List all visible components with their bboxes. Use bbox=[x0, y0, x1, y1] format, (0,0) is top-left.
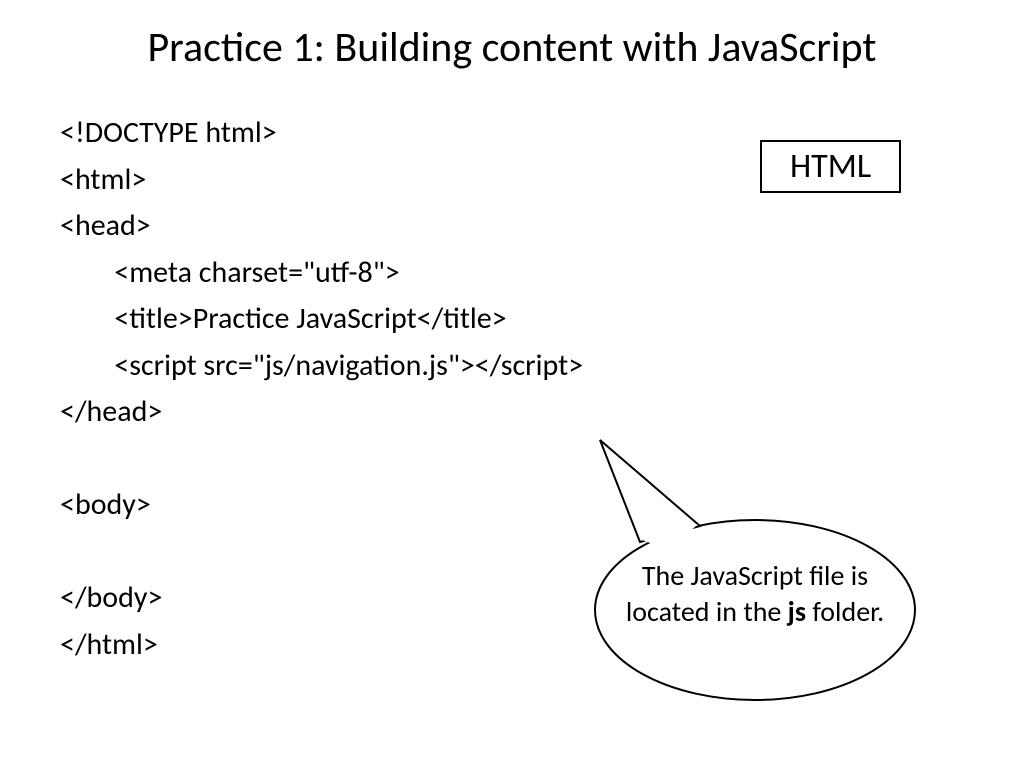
code-line: </body> bbox=[60, 579, 162, 616]
code-line: <script src="js/navigation.js"></scr bbox=[60, 347, 536, 384]
callout-bubble: The JavaScript file is located in the js… bbox=[540, 430, 940, 710]
code-line: </head> bbox=[60, 393, 162, 430]
code-line: ipt> bbox=[536, 347, 584, 384]
code-line: <body> bbox=[60, 486, 151, 523]
code-line: <html> bbox=[60, 161, 146, 198]
code-line: </html> bbox=[60, 626, 158, 663]
code-block: <!DOCTYPE html> <html> <head> <meta char… bbox=[60, 110, 583, 668]
code-line: <head> bbox=[60, 207, 151, 244]
callout-text: The JavaScript file is located in the js… bbox=[620, 558, 890, 631]
slide-title: Practice 1: Building content with JavaSc… bbox=[0, 22, 1024, 73]
callout-part: folder. bbox=[806, 594, 884, 629]
callout-bold: js bbox=[788, 594, 806, 629]
code-line: <!DOCTYPE html> bbox=[60, 114, 277, 151]
html-label-box: HTML bbox=[760, 140, 901, 193]
code-line: <title>Practice JavaScript</title> bbox=[60, 300, 507, 337]
code-line: <meta charset="utf-8"> bbox=[60, 254, 400, 291]
